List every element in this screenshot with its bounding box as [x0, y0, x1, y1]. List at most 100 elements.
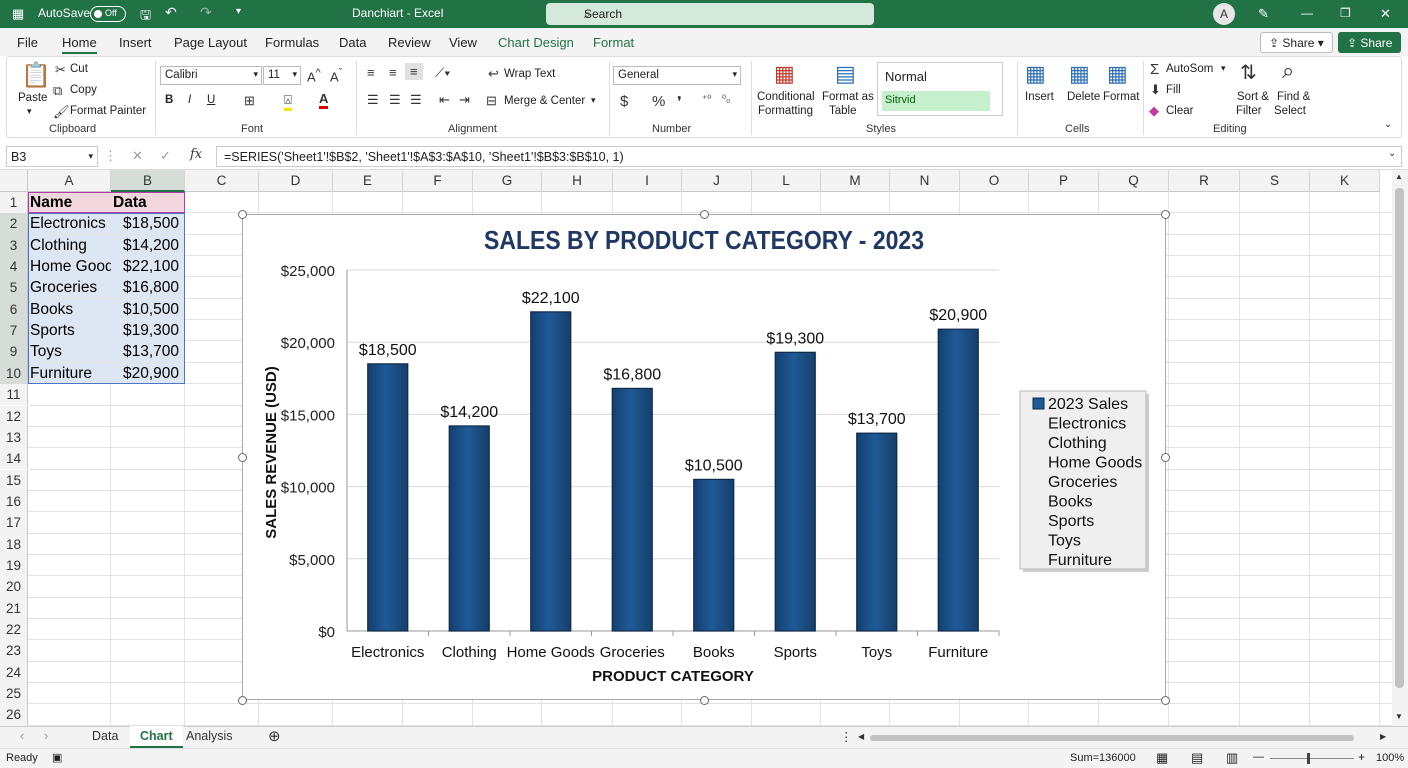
format-as-table-icon[interactable]: ▤: [835, 61, 856, 87]
collapse-ribbon-icon[interactable]: ⌄: [1384, 119, 1392, 130]
merge-center-button[interactable]: Merge & Center: [504, 95, 585, 107]
decrease-font-icon[interactable]: Aˇ: [330, 67, 342, 84]
normal-view-icon[interactable]: ▦: [1156, 750, 1168, 766]
table-cell-name[interactable]: Clothing: [28, 234, 111, 256]
row-header-19[interactable]: 19: [0, 554, 28, 577]
menu-data[interactable]: Data: [339, 35, 366, 50]
orientation-icon[interactable]: ⟋▾: [435, 65, 450, 81]
fill-button[interactable]: Fill: [1166, 84, 1181, 96]
resize-handle[interactable]: [700, 210, 709, 219]
row-header-18[interactable]: 18: [0, 533, 28, 555]
zoom-slider[interactable]: [1270, 758, 1354, 759]
menu-chart-design[interactable]: Chart Design: [498, 35, 574, 50]
row-header-9[interactable]: 9: [0, 341, 28, 363]
menu-file[interactable]: File: [17, 35, 38, 50]
row-header-13[interactable]: 13: [0, 426, 28, 449]
column-header-a[interactable]: A: [28, 170, 111, 192]
share-dropdown-button[interactable]: ⇪ Share ▾: [1260, 32, 1333, 53]
resize-handle[interactable]: [238, 210, 247, 219]
row-header-20[interactable]: 20: [0, 576, 28, 598]
autosum-chevron-icon[interactable]: ▾: [1221, 63, 1226, 74]
row-header-15[interactable]: 15: [0, 469, 28, 491]
accessibility-icon[interactable]: ▣: [52, 751, 62, 764]
merge-chevron-icon[interactable]: ▾: [591, 95, 596, 106]
table-cell-value[interactable]: $13,700: [111, 341, 185, 363]
format-cells-button[interactable]: Format: [1103, 91, 1139, 103]
italic-button[interactable]: I: [188, 94, 191, 106]
row-header-22[interactable]: 22: [0, 619, 28, 641]
menu-formulas[interactable]: Formulas: [265, 35, 319, 50]
tab-data[interactable]: Data: [92, 729, 118, 743]
conditional-formatting-icon[interactable]: ▦: [774, 61, 795, 87]
close-icon[interactable]: ✕: [1380, 6, 1391, 22]
font-size-dropdown[interactable]: 11 ▾: [263, 66, 301, 85]
tab-analysis[interactable]: Analysis: [186, 729, 233, 743]
style-normal[interactable]: Normal: [882, 67, 990, 87]
table-cell-value[interactable]: $10,500: [111, 298, 185, 320]
scroll-left-icon[interactable]: ◀: [858, 732, 864, 741]
find-select-icon[interactable]: ⌕: [1282, 58, 1294, 84]
column-header-m[interactable]: M: [821, 170, 890, 192]
vertical-scrollbar[interactable]: ▲ ▼: [1392, 170, 1408, 726]
row-header-3[interactable]: 3: [0, 234, 28, 256]
clear-button[interactable]: Clear: [1166, 105, 1193, 117]
cancel-entry-icon[interactable]: ✕: [132, 148, 143, 164]
column-header-g[interactable]: G: [473, 170, 542, 192]
table-cell-name[interactable]: Electronics: [28, 213, 111, 235]
row-header-17[interactable]: 17: [0, 512, 28, 534]
row-header-5[interactable]: 5: [0, 277, 28, 299]
currency-button[interactable]: $: [620, 93, 628, 110]
column-header-j[interactable]: J: [682, 170, 752, 192]
column-header-r[interactable]: R: [1169, 170, 1240, 192]
table-header-name[interactable]: Name: [28, 192, 111, 213]
copy-button[interactable]: Copy: [70, 84, 97, 96]
undo-icon[interactable]: ↶: [165, 4, 177, 21]
row-header-1[interactable]: 1: [0, 192, 28, 214]
column-header-q[interactable]: Q: [1099, 170, 1169, 192]
column-header-s[interactable]: S: [1240, 170, 1310, 192]
decrease-decimal-icon[interactable]: ⁰₀: [722, 94, 730, 105]
font-color-icon[interactable]: A: [319, 91, 329, 109]
row-header-24[interactable]: 24: [0, 661, 28, 683]
customize-qat-icon[interactable]: ▾: [236, 6, 241, 17]
pen-icon[interactable]: ✎: [1258, 6, 1269, 22]
page-layout-view-icon[interactable]: ▤: [1191, 750, 1203, 766]
menu-home[interactable]: Home: [62, 35, 97, 54]
name-box[interactable]: B3 ▾: [6, 146, 98, 167]
table-cell-value[interactable]: $19,300: [111, 320, 185, 342]
menu-view[interactable]: View: [449, 35, 477, 50]
paste-icon[interactable]: 📋: [21, 61, 51, 90]
table-cell-name[interactable]: Home Goods: [28, 256, 111, 278]
insert-function-icon[interactable]: fx: [190, 147, 202, 162]
autosave-toggle[interactable]: Off: [90, 6, 126, 22]
row-header-7[interactable]: 7: [0, 320, 28, 342]
enter-entry-icon[interactable]: ✓: [160, 148, 171, 164]
increase-font-icon[interactable]: A^: [307, 67, 321, 84]
resize-handle[interactable]: [1161, 210, 1170, 219]
align-center-icon[interactable]: ☰: [389, 92, 401, 108]
column-header-o[interactable]: O: [960, 170, 1029, 192]
increase-indent-icon[interactable]: ⇥: [459, 92, 470, 108]
resize-handle[interactable]: [700, 696, 709, 705]
row-header-23[interactable]: 23: [0, 640, 28, 662]
align-middle-icon[interactable]: ≡: [389, 65, 397, 80]
paste-button[interactable]: Paste: [18, 92, 47, 104]
table-cell-name[interactable]: Furniture: [28, 362, 111, 384]
row-header-14[interactable]: 14: [0, 448, 28, 470]
tab-next-icon[interactable]: ›: [44, 729, 48, 743]
scroll-down-icon[interactable]: ▼: [1395, 712, 1403, 721]
borders-icon[interactable]: ⊞: [244, 93, 255, 109]
zoom-in-icon[interactable]: +: [1358, 750, 1365, 764]
share-button[interactable]: ⇪ Share: [1338, 32, 1402, 53]
tab-options-icon[interactable]: ⋮: [840, 729, 853, 744]
table-cell-value[interactable]: $14,200: [111, 234, 185, 256]
column-header-l[interactable]: L: [752, 170, 821, 192]
column-header-f[interactable]: F: [403, 170, 473, 192]
search-box[interactable]: ⌕ Search: [546, 3, 874, 25]
sort-filter-icon[interactable]: ⇅: [1240, 60, 1257, 85]
scroll-right-icon[interactable]: ▶: [1380, 732, 1386, 741]
scroll-up-icon[interactable]: ▲: [1395, 172, 1403, 181]
minimize-icon[interactable]: —: [1301, 6, 1313, 20]
formula-input[interactable]: =SERIES('Sheet1'!$B$2, 'Sheet1'!$A$3:$A$…: [216, 146, 1402, 167]
menu-review[interactable]: Review: [388, 35, 431, 50]
